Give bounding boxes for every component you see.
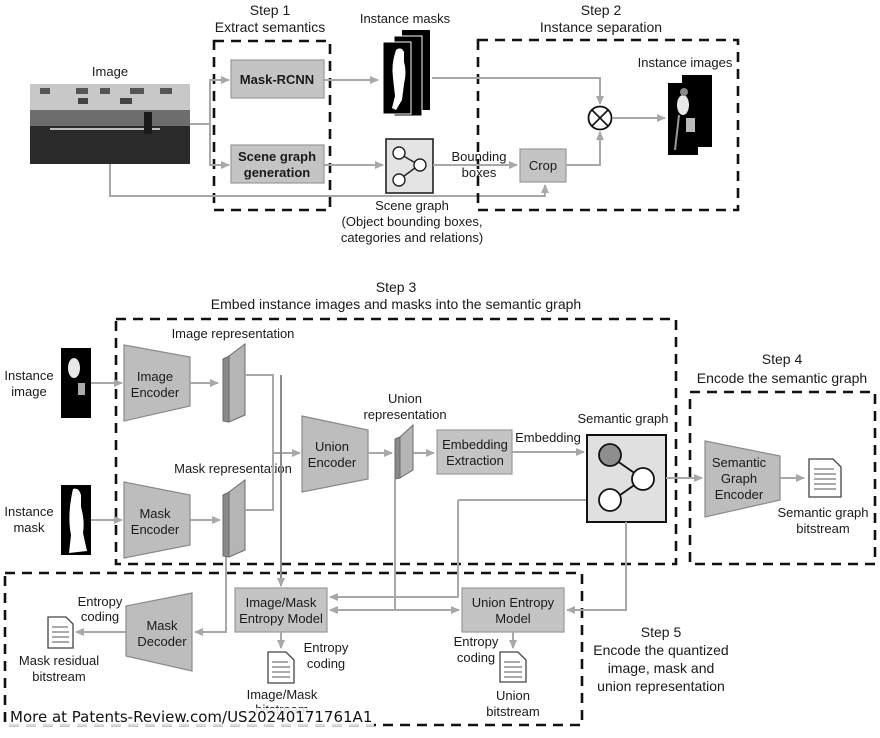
- union-entropy-coding-label-2: coding: [457, 650, 495, 665]
- image-mask-entropy-coding-label-2: coding: [307, 656, 345, 671]
- scene-graph-label-2: (Object bounding boxes,: [342, 214, 483, 229]
- embedding-extraction-label-1: Embedding: [442, 437, 508, 452]
- union-entropy-coding-label-1: Entropy: [454, 634, 499, 649]
- instance-images-stack: [668, 75, 712, 155]
- instance-images-label: Instance images: [638, 55, 733, 70]
- instance-masks-label: Instance masks: [360, 11, 451, 26]
- semantic-graph-bitstream-label-1: Semantic graph: [777, 505, 868, 520]
- step3-title: Step 3: [376, 279, 417, 295]
- step1-title: Step 1: [250, 2, 291, 18]
- scene-graph-label-3: categories and relations): [341, 230, 483, 245]
- crop-label: Crop: [529, 158, 557, 173]
- step5-title: Step 5: [641, 624, 682, 640]
- semantic-graph-encoder-label-2: Graph: [721, 471, 757, 486]
- scene-graph-label-1: Scene graph: [375, 198, 449, 213]
- street-image: [30, 84, 190, 164]
- watermark-link[interactable]: More at Patents-Review.com/US20240171761…: [8, 708, 375, 726]
- image-mask-bitstream-document-icon: [267, 651, 295, 684]
- image-encoder-label-2: Encoder: [131, 385, 180, 400]
- mask-encoder-label-1: Mask: [139, 506, 171, 521]
- mask-representation-tensor: [222, 479, 246, 558]
- union-representation-label-1: Union: [388, 391, 422, 406]
- image-mask-bitstream-label-1: Image/Mask: [247, 687, 318, 702]
- multiply-operator-icon: [587, 105, 613, 131]
- scene-graph-generation-label-2: generation: [244, 165, 311, 180]
- step4-subtitle: Encode the semantic graph: [697, 370, 867, 386]
- step5-subtitle-1: Encode the quantized: [593, 642, 728, 658]
- union-representation-label-2: representation: [363, 407, 446, 422]
- image-mask-entropy-model-label-2: Entropy Model: [239, 611, 323, 626]
- mask-entropy-coding-label-2: coding: [81, 609, 119, 624]
- bounding-boxes-label-2: boxes: [462, 165, 497, 180]
- mask-residual-bitstream-document-icon: [47, 616, 74, 649]
- step5-subtitle-2: image, mask and: [608, 660, 715, 676]
- patent-diagram: Step 1 Extract semantics Image Mask-RCNN…: [3, 2, 877, 727]
- instance-mask-label-2: mask: [13, 520, 45, 535]
- mask-entropy-coding-label-1: Entropy: [78, 594, 123, 609]
- union-entropy-model-label-1: Union Entropy: [472, 595, 555, 610]
- embedding-extraction-label-2: Extraction: [446, 453, 504, 468]
- mask-representation-label: Mask representation: [174, 461, 292, 476]
- semantic-graph-encoder-label-3: Encoder: [715, 487, 764, 502]
- union-entropy-model-label-2: Model: [495, 611, 531, 626]
- union-encoder-label-1: Union: [315, 439, 349, 454]
- union-bitstream-document-icon: [499, 651, 527, 683]
- union-encoder-label-2: Encoder: [308, 455, 357, 470]
- image-encoder-label-1: Image: [137, 369, 173, 384]
- semantic-graph-icon: [586, 434, 667, 523]
- instance-image-thumbnail: [61, 348, 91, 418]
- mask-encoder-label-2: Encoder: [131, 522, 180, 537]
- union-representation-tensor: [394, 423, 414, 480]
- instance-mask-thumbnail: [61, 485, 91, 555]
- step4-title: Step 4: [762, 351, 803, 367]
- scene-graph-generation-label-1: Scene graph: [238, 149, 316, 164]
- scene-graph-icon: [385, 138, 434, 194]
- image-representation-tensor: [222, 343, 246, 423]
- image-label: Image: [92, 64, 128, 79]
- semantic-graph-bitstream-document-icon: [808, 458, 842, 498]
- mask-decoder-label-2: Decoder: [137, 634, 187, 649]
- image-mask-entropy-model-label-1: Image/Mask: [246, 595, 317, 610]
- mask-decoder-label-1: Mask: [146, 618, 178, 633]
- instance-image-label-2: image: [11, 384, 46, 399]
- instance-masks-stack: [382, 30, 430, 117]
- bounding-boxes-label-1: Bounding: [452, 149, 507, 164]
- step2-subtitle: Instance separation: [540, 19, 662, 35]
- mask-residual-bitstream-label-1: Mask residual: [19, 653, 99, 668]
- embedding-label: Embedding: [515, 430, 581, 445]
- step1-subtitle: Extract semantics: [215, 19, 325, 35]
- step5-subtitle-3: union representation: [597, 678, 725, 694]
- step3-subtitle: Embed instance images and masks into the…: [211, 296, 581, 312]
- image-representation-label: Image representation: [172, 326, 295, 341]
- step2-title: Step 2: [581, 2, 622, 18]
- union-encoder: [301, 415, 369, 493]
- semantic-graph-bitstream-label-2: bitstream: [796, 521, 849, 536]
- instance-mask-label-1: Instance: [4, 504, 53, 519]
- union-bitstream-label-1: Union: [496, 688, 530, 703]
- semantic-graph-encoder-label-1: Semantic: [712, 455, 767, 470]
- union-bitstream-label-2: bitstream: [486, 704, 539, 719]
- semantic-graph-label: Semantic graph: [577, 411, 668, 426]
- instance-image-label-1: Instance: [4, 368, 53, 383]
- mask-rcnn-label: Mask-RCNN: [240, 72, 314, 87]
- image-mask-entropy-coding-label-1: Entropy: [304, 640, 349, 655]
- mask-residual-bitstream-label-2: bitstream: [32, 669, 85, 684]
